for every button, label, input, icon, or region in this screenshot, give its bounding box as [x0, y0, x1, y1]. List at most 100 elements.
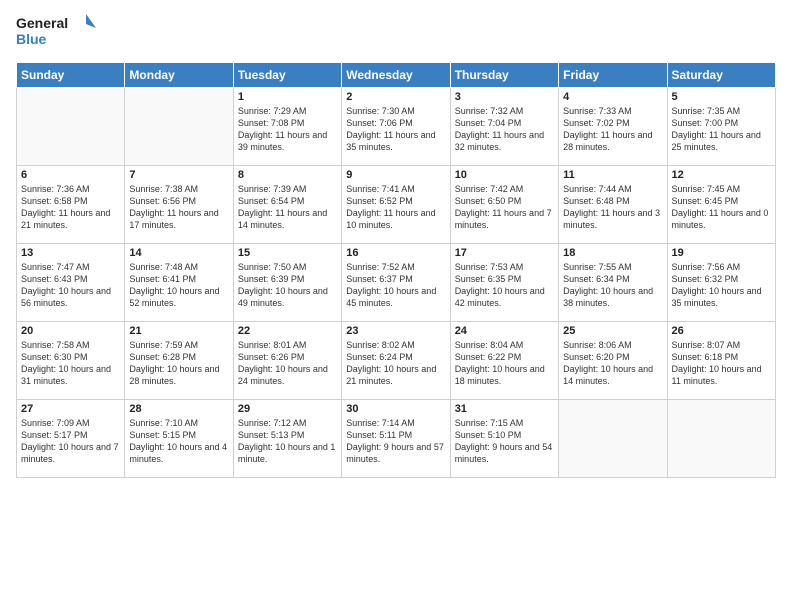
day-number: 23	[346, 325, 445, 337]
cell-info: Sunrise: 7:29 AMSunset: 7:08 PMDaylight:…	[238, 105, 337, 154]
cell-info: Sunrise: 7:50 AMSunset: 6:39 PMDaylight:…	[238, 261, 337, 310]
day-number: 16	[346, 247, 445, 259]
day-number: 22	[238, 325, 337, 337]
day-number: 18	[563, 247, 662, 259]
day-number: 14	[129, 247, 228, 259]
calendar-cell: 12 Sunrise: 7:45 AMSunset: 6:45 PMDayligh…	[667, 166, 775, 244]
calendar-cell: 27 Sunrise: 7:09 AMSunset: 5:17 PMDayligh…	[17, 400, 125, 478]
cell-info: Sunrise: 7:39 AMSunset: 6:54 PMDaylight:…	[238, 183, 337, 232]
day-header-tuesday: Tuesday	[233, 63, 341, 88]
svg-text:Blue: Blue	[16, 31, 47, 47]
day-number: 13	[21, 247, 120, 259]
day-number: 11	[563, 169, 662, 181]
calendar-cell: 1 Sunrise: 7:29 AMSunset: 7:08 PMDaylight…	[233, 88, 341, 166]
day-number: 17	[455, 247, 554, 259]
cell-info: Sunrise: 8:06 AMSunset: 6:20 PMDaylight:…	[563, 339, 662, 388]
calendar-cell: 6 Sunrise: 7:36 AMSunset: 6:58 PMDaylight…	[17, 166, 125, 244]
day-number: 7	[129, 169, 228, 181]
svg-text:General: General	[16, 15, 68, 31]
cell-info: Sunrise: 7:09 AMSunset: 5:17 PMDaylight:…	[21, 417, 120, 466]
calendar-cell: 2 Sunrise: 7:30 AMSunset: 7:06 PMDaylight…	[342, 88, 450, 166]
cell-info: Sunrise: 7:38 AMSunset: 6:56 PMDaylight:…	[129, 183, 228, 232]
day-header-friday: Friday	[559, 63, 667, 88]
cell-info: Sunrise: 7:42 AMSunset: 6:50 PMDaylight:…	[455, 183, 554, 232]
cell-info: Sunrise: 7:52 AMSunset: 6:37 PMDaylight:…	[346, 261, 445, 310]
cell-info: Sunrise: 7:58 AMSunset: 6:30 PMDaylight:…	[21, 339, 120, 388]
calendar-cell: 28 Sunrise: 7:10 AMSunset: 5:15 PMDayligh…	[125, 400, 233, 478]
calendar-cell: 21 Sunrise: 7:59 AMSunset: 6:28 PMDayligh…	[125, 322, 233, 400]
cell-info: Sunrise: 8:07 AMSunset: 6:18 PMDaylight:…	[672, 339, 771, 388]
cell-info: Sunrise: 7:15 AMSunset: 5:10 PMDaylight:…	[455, 417, 554, 466]
day-header-thursday: Thursday	[450, 63, 558, 88]
calendar-cell: 23 Sunrise: 8:02 AMSunset: 6:24 PMDayligh…	[342, 322, 450, 400]
calendar-cell	[125, 88, 233, 166]
day-number: 4	[563, 91, 662, 103]
cell-info: Sunrise: 7:10 AMSunset: 5:15 PMDaylight:…	[129, 417, 228, 466]
day-header-monday: Monday	[125, 63, 233, 88]
calendar-cell	[667, 400, 775, 478]
day-number: 26	[672, 325, 771, 337]
calendar-cell	[17, 88, 125, 166]
day-number: 31	[455, 403, 554, 415]
cell-info: Sunrise: 7:48 AMSunset: 6:41 PMDaylight:…	[129, 261, 228, 310]
calendar-cell: 20 Sunrise: 7:58 AMSunset: 6:30 PMDayligh…	[17, 322, 125, 400]
day-number: 10	[455, 169, 554, 181]
day-number: 3	[455, 91, 554, 103]
cell-info: Sunrise: 8:04 AMSunset: 6:22 PMDaylight:…	[455, 339, 554, 388]
calendar-cell: 30 Sunrise: 7:14 AMSunset: 5:11 PMDayligh…	[342, 400, 450, 478]
cell-info: Sunrise: 7:36 AMSunset: 6:58 PMDaylight:…	[21, 183, 120, 232]
day-number: 5	[672, 91, 771, 103]
calendar-cell: 10 Sunrise: 7:42 AMSunset: 6:50 PMDayligh…	[450, 166, 558, 244]
calendar-cell: 26 Sunrise: 8:07 AMSunset: 6:18 PMDayligh…	[667, 322, 775, 400]
calendar-cell: 16 Sunrise: 7:52 AMSunset: 6:37 PMDayligh…	[342, 244, 450, 322]
cell-info: Sunrise: 7:33 AMSunset: 7:02 PMDaylight:…	[563, 105, 662, 154]
cell-info: Sunrise: 8:01 AMSunset: 6:26 PMDaylight:…	[238, 339, 337, 388]
cell-info: Sunrise: 7:47 AMSunset: 6:43 PMDaylight:…	[21, 261, 120, 310]
cell-info: Sunrise: 7:59 AMSunset: 6:28 PMDaylight:…	[129, 339, 228, 388]
cell-info: Sunrise: 7:56 AMSunset: 6:32 PMDaylight:…	[672, 261, 771, 310]
calendar-cell: 11 Sunrise: 7:44 AMSunset: 6:48 PMDayligh…	[559, 166, 667, 244]
calendar-cell	[559, 400, 667, 478]
cell-info: Sunrise: 7:30 AMSunset: 7:06 PMDaylight:…	[346, 105, 445, 154]
calendar-cell: 13 Sunrise: 7:47 AMSunset: 6:43 PMDayligh…	[17, 244, 125, 322]
cell-info: Sunrise: 7:44 AMSunset: 6:48 PMDaylight:…	[563, 183, 662, 232]
cell-info: Sunrise: 7:32 AMSunset: 7:04 PMDaylight:…	[455, 105, 554, 154]
cell-info: Sunrise: 7:41 AMSunset: 6:52 PMDaylight:…	[346, 183, 445, 232]
day-number: 2	[346, 91, 445, 103]
logo: General Blue	[16, 12, 96, 52]
day-number: 1	[238, 91, 337, 103]
calendar-cell: 17Sunrise: 7:53 AMSunset: 6:35 PMDayligh…	[450, 244, 558, 322]
calendar-cell: 4 Sunrise: 7:33 AMSunset: 7:02 PMDaylight…	[559, 88, 667, 166]
calendar-cell: 14 Sunrise: 7:48 AMSunset: 6:41 PMDayligh…	[125, 244, 233, 322]
day-number: 9	[346, 169, 445, 181]
day-number: 29	[238, 403, 337, 415]
calendar-cell: 15 Sunrise: 7:50 AMSunset: 6:39 PMDayligh…	[233, 244, 341, 322]
calendar-cell: 3 Sunrise: 7:32 AMSunset: 7:04 PMDaylight…	[450, 88, 558, 166]
calendar-cell: 18Sunrise: 7:55 AMSunset: 6:34 PMDayligh…	[559, 244, 667, 322]
cell-info: Sunrise: 7:45 AMSunset: 6:45 PMDaylight:…	[672, 183, 771, 232]
calendar-cell: 31 Sunrise: 7:15 AMSunset: 5:10 PMDayligh…	[450, 400, 558, 478]
day-number: 28	[129, 403, 228, 415]
calendar-cell: 24 Sunrise: 8:04 AMSunset: 6:22 PMDayligh…	[450, 322, 558, 400]
cell-info: Sunrise: 8:02 AMSunset: 6:24 PMDaylight:…	[346, 339, 445, 388]
day-number: 6	[21, 169, 120, 181]
day-number: 21	[129, 325, 228, 337]
calendar-table: SundayMondayTuesdayWednesdayThursdayFrid…	[16, 62, 776, 478]
day-number: 27	[21, 403, 120, 415]
calendar-cell: 8Sunrise: 7:39 AMSunset: 6:54 PMDaylight…	[233, 166, 341, 244]
day-number: 19	[672, 247, 771, 259]
calendar-cell: 5 Sunrise: 7:35 AMSunset: 7:00 PMDaylight…	[667, 88, 775, 166]
cell-info: Sunrise: 7:35 AMSunset: 7:00 PMDaylight:…	[672, 105, 771, 154]
day-number: 20	[21, 325, 120, 337]
cell-info: Sunrise: 7:12 AMSunset: 5:13 PMDaylight:…	[238, 417, 337, 466]
calendar-cell: 25Sunrise: 8:06 AMSunset: 6:20 PMDayligh…	[559, 322, 667, 400]
day-number: 30	[346, 403, 445, 415]
day-number: 24	[455, 325, 554, 337]
calendar-cell: 19 Sunrise: 7:56 AMSunset: 6:32 PMDayligh…	[667, 244, 775, 322]
day-number: 15	[238, 247, 337, 259]
cell-info: Sunrise: 7:14 AMSunset: 5:11 PMDaylight:…	[346, 417, 445, 466]
day-number: 12	[672, 169, 771, 181]
calendar-cell: 29 Sunrise: 7:12 AMSunset: 5:13 PMDayligh…	[233, 400, 341, 478]
day-header-wednesday: Wednesday	[342, 63, 450, 88]
day-header-saturday: Saturday	[667, 63, 775, 88]
